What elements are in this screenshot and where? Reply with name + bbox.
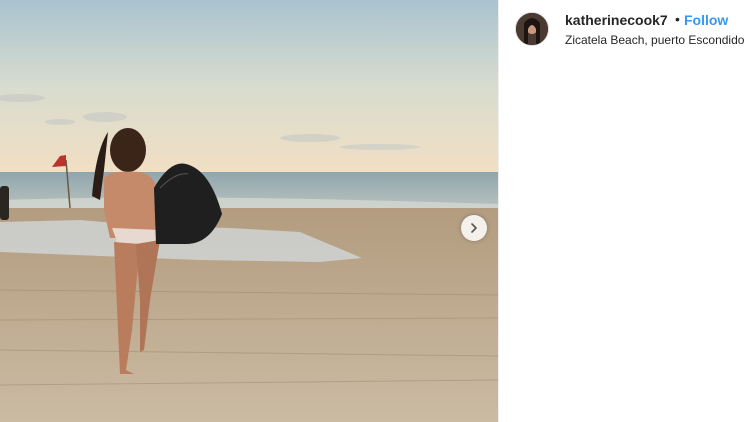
post-photo[interactable] <box>0 0 498 422</box>
post-header: katherinecook7 • Follow Zicatela Beach, … <box>499 0 750 62</box>
profile-photo <box>516 13 548 45</box>
separator-dot: • <box>675 11 680 27</box>
avatar[interactable] <box>515 12 549 46</box>
location-link[interactable]: Zicatela Beach, puerto Escondido <box>565 33 744 47</box>
follow-button[interactable]: Follow <box>684 12 728 28</box>
divider <box>498 0 499 422</box>
next-photo-button[interactable] <box>461 215 487 241</box>
chevron-right-icon <box>471 223 477 233</box>
username-link[interactable]: katherinecook7 <box>565 12 668 28</box>
instagram-post: katherinecook7 • Follow Zicatela Beach, … <box>0 0 750 422</box>
beach-photo <box>0 0 498 422</box>
